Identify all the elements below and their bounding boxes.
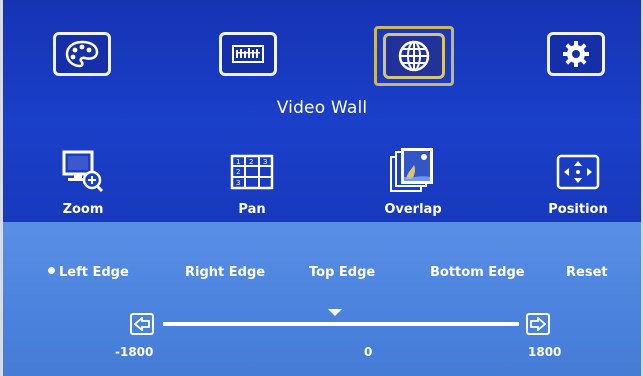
sub-menu-label-pan: Pan [238, 202, 266, 217]
sub-menu-item-zoom[interactable]: Zoom [33, 147, 133, 217]
main-menu-item-picture[interactable] [51, 30, 113, 78]
svg-text:3: 3 [263, 158, 267, 166]
option-right-edge-label: Right Edge [185, 265, 266, 280]
pan-grid-icon: 1 2 3 2 3 [202, 147, 302, 197]
sub-menu-label-position: Position [548, 202, 608, 217]
slider-value-label: 0 [364, 345, 373, 359]
slider-min-label: -1800 [115, 345, 154, 359]
option-top-edge-label: Top Edge [309, 265, 376, 280]
option-reset[interactable]: Reset [566, 265, 608, 280]
osd-menu: Video Wall Zoom 1 2 3 2 3 Pan Overlap Po… [0, 0, 643, 376]
svg-text:3: 3 [236, 179, 240, 187]
palette-icon [53, 32, 111, 76]
option-top-edge[interactable]: Top Edge [309, 265, 375, 280]
svg-text:1: 1 [236, 158, 240, 166]
sub-menu-item-overlap[interactable]: Overlap [363, 147, 463, 217]
decrease-button[interactable] [130, 313, 154, 335]
main-menu-item-adjust[interactable] [217, 30, 279, 78]
zoom-monitor-icon [33, 147, 133, 197]
main-menu-panel: Video Wall Zoom 1 2 3 2 3 Pan Overlap Po… [3, 0, 641, 222]
arrow-right-icon [530, 317, 546, 331]
section-title: Video Wall [276, 98, 368, 118]
globe-icon [383, 33, 445, 79]
option-bottom-edge-label: Bottom Edge [430, 265, 525, 280]
slider-knob[interactable] [328, 309, 342, 316]
option-left-edge[interactable]: Left Edge [48, 265, 129, 280]
sub-menu-label-zoom: Zoom [62, 202, 104, 217]
adjust-bars-icon [219, 32, 277, 76]
overlap-picture-icon [363, 147, 463, 197]
main-menu-item-settings[interactable] [545, 30, 607, 78]
increase-button[interactable] [526, 313, 550, 335]
sub-menu-item-position[interactable]: Position [528, 147, 628, 217]
arrow-left-icon [134, 317, 150, 331]
option-reset-label: Reset [566, 265, 608, 280]
selected-dot-icon [48, 267, 55, 274]
sub-menu-label-overlap: Overlap [384, 202, 442, 217]
slider-track[interactable] [163, 322, 519, 326]
slider-max-label: 1800 [528, 345, 562, 359]
option-bottom-edge[interactable]: Bottom Edge [430, 265, 525, 280]
position-arrows-icon [528, 147, 628, 197]
option-right-edge[interactable]: Right Edge [185, 265, 265, 280]
main-menu-item-video-wall[interactable] [374, 26, 454, 86]
option-left-edge-label: Left Edge [59, 265, 129, 280]
svg-text:2: 2 [236, 168, 240, 176]
gear-icon [547, 32, 605, 76]
sub-menu-item-pan[interactable]: 1 2 3 2 3 Pan [202, 147, 302, 217]
svg-text:2: 2 [249, 158, 253, 166]
